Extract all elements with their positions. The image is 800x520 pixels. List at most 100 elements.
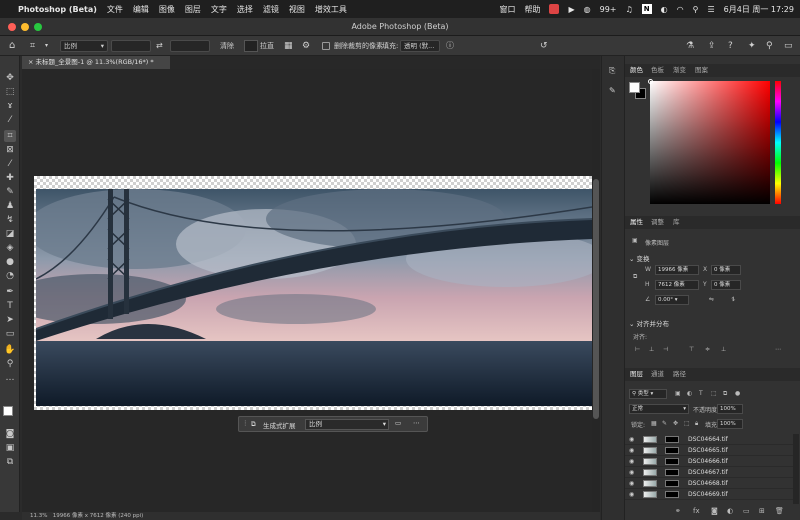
marquee-tool-icon[interactable]: ⬚ (4, 86, 16, 98)
wechat-icon[interactable]: ◍ (584, 5, 591, 14)
clear-button[interactable]: 清除 (220, 39, 234, 53)
magic-wand-tool-icon[interactable]: ⁄ (4, 114, 16, 126)
rectangle-tool-icon[interactable]: ▭ (4, 328, 16, 340)
angle-field[interactable]: 0.00° ▾ (655, 295, 689, 305)
eyedropper-tool-icon[interactable]: ⁄ (4, 158, 16, 170)
screen-mode-icon[interactable]: ▣ (4, 442, 16, 454)
layer-mask-thumbnail[interactable] (665, 436, 679, 443)
menu-window[interactable]: 窗口 (499, 4, 515, 15)
eye-icon[interactable]: ◉ (629, 478, 634, 489)
color-picker-cursor[interactable] (648, 79, 653, 84)
stamp-tool-icon[interactable]: ♟ (4, 200, 16, 212)
help-icon[interactable]: ? (728, 39, 733, 53)
wifi-icon[interactable]: ◠ (677, 5, 684, 14)
info-icon[interactable]: ⓘ (446, 39, 454, 53)
close-window-button[interactable] (8, 23, 16, 31)
more-options-icon[interactable]: ⋯ (413, 419, 420, 427)
y-field[interactable]: 0 像素 (711, 280, 741, 290)
reset-icon[interactable]: ↺ (540, 39, 548, 53)
filter-adjustment-icon[interactable]: ◐ (687, 390, 692, 397)
healing-brush-tool-icon[interactable]: ✚ (4, 172, 16, 184)
panel-foreground-swatch[interactable] (629, 82, 640, 93)
path-selection-tool-icon[interactable]: ➤ (4, 314, 16, 326)
discover-icon[interactable]: ✦ (748, 39, 756, 53)
canvas-vertical-scrollbar[interactable] (592, 69, 600, 512)
swap-icon[interactable]: ⇄ (156, 39, 163, 53)
layer-row[interactable]: ◉ DSC04665.tif (625, 445, 793, 456)
straighten-icon[interactable] (244, 40, 258, 52)
flip-horizontal-icon[interactable]: ⇋ (709, 296, 714, 303)
hue-slider[interactable] (775, 81, 781, 204)
blend-mode-select[interactable]: 正常 ▾ (629, 404, 689, 414)
fill-select[interactable]: 透明 (默... (400, 40, 440, 52)
gradient-tool-icon[interactable]: ◈ (4, 242, 16, 254)
layer-filter-select[interactable]: ⚲ 类型 ▾ (629, 389, 667, 399)
filter-shape-icon[interactable]: ⬚ (711, 390, 717, 397)
minimize-window-button[interactable] (21, 23, 29, 31)
zoom-window-button[interactable] (34, 23, 42, 31)
menu-plugins[interactable]: 增效工具 (315, 4, 347, 15)
new-group-icon[interactable]: ▭ (743, 507, 750, 515)
crop-tool-preset-icon[interactable]: ⌗ (30, 39, 35, 53)
notification-badge[interactable]: 99+ (600, 5, 617, 14)
brush-tool-icon[interactable]: ✎ (4, 186, 16, 198)
tab-gradients[interactable]: 渐变 (673, 64, 686, 77)
straighten-icon[interactable]: ▭ (395, 419, 401, 427)
transform-section-toggle[interactable]: ⌄ 变换 (629, 253, 650, 263)
eye-icon[interactable]: ◉ (629, 434, 634, 445)
search-icon[interactable]: ⚲ (693, 5, 699, 14)
align-bottom-icon[interactable]: ⊥ (721, 346, 726, 353)
edit-toolbar-icon[interactable]: ⧉ (4, 456, 16, 468)
lock-transparency-icon[interactable]: ▦ (651, 420, 657, 427)
link-layers-icon[interactable]: ⚭ (675, 507, 681, 515)
menu-select[interactable]: 选择 (237, 4, 253, 15)
tab-libraries[interactable]: 库 (673, 216, 680, 229)
align-right-icon[interactable]: ⊣ (663, 346, 668, 353)
control-icon[interactable]: ◐ (661, 5, 668, 14)
search-icon[interactable]: ⚲ (766, 39, 773, 53)
eraser-tool-icon[interactable]: ◪ (4, 228, 16, 240)
lasso-tool-icon[interactable]: ɤ (4, 100, 16, 112)
tab-color[interactable]: 颜色 (630, 64, 643, 77)
x-field[interactable]: 0 像素 (711, 265, 741, 275)
new-layer-icon[interactable]: ⊞ (759, 507, 765, 515)
lock-position-icon[interactable]: ✥ (673, 420, 678, 427)
zoom-level[interactable]: 11.3% (30, 513, 47, 519)
filter-pixel-icon[interactable]: ▣ (675, 390, 681, 397)
document-tab[interactable]: × 未标题_全景图-1 @ 11.3%(RGB/16*) * (22, 56, 170, 69)
menu-filter[interactable]: 滤镜 (263, 4, 279, 15)
grid-overlay-icon[interactable]: ▦ (284, 39, 293, 53)
menu-file[interactable]: 文件 (107, 4, 123, 15)
layer-row[interactable]: ◉ DSC04664.tif (625, 434, 793, 445)
color-field[interactable] (648, 79, 770, 204)
tab-channels[interactable]: 通道 (651, 368, 664, 381)
opacity-field[interactable]: 100% (717, 404, 743, 414)
filter-smart-object-icon[interactable]: ⧉ (723, 390, 727, 398)
control-center-icon[interactable]: ☰ (708, 5, 715, 14)
layer-row[interactable]: ◉ DSC04669.tif (625, 489, 793, 500)
adjustment-layer-icon[interactable]: ◐ (727, 507, 733, 515)
menu-view[interactable]: 视图 (289, 4, 305, 15)
layer-mask-thumbnail[interactable] (665, 491, 679, 498)
tab-adjustments[interactable]: 调整 (651, 216, 664, 229)
tab-patterns[interactable]: 图案 (695, 64, 708, 77)
lock-artboard-icon[interactable]: ⬚ (684, 420, 690, 427)
foreground-color-swatch[interactable] (3, 406, 13, 416)
height-field[interactable]: 7612 像素 (655, 280, 699, 290)
layer-mask-thumbnail[interactable] (665, 469, 679, 476)
eye-icon[interactable]: ◉ (629, 445, 634, 456)
eye-icon[interactable]: ◉ (629, 467, 634, 478)
align-section-toggle[interactable]: ⌄ 对齐并分布 (629, 318, 669, 328)
width-field[interactable]: 19966 像素 (655, 265, 699, 275)
eye-icon[interactable]: ◉ (629, 489, 634, 500)
brush-panel-icon[interactable]: ✎ (609, 86, 616, 95)
gear-icon[interactable]: ⚙ (302, 39, 310, 53)
bell-icon[interactable]: ♫ (626, 5, 633, 14)
layer-row[interactable]: ◉ DSC04668.tif (625, 478, 793, 489)
link-dimensions-icon[interactable]: ⧉ (633, 273, 637, 281)
align-middle-icon[interactable]: ≑ (705, 346, 710, 353)
blur-tool-icon[interactable]: ● (4, 256, 16, 268)
hand-tool-icon[interactable]: ✋ (4, 344, 16, 356)
menu-image[interactable]: 图像 (159, 4, 175, 15)
menu-layer[interactable]: 图层 (185, 4, 201, 15)
